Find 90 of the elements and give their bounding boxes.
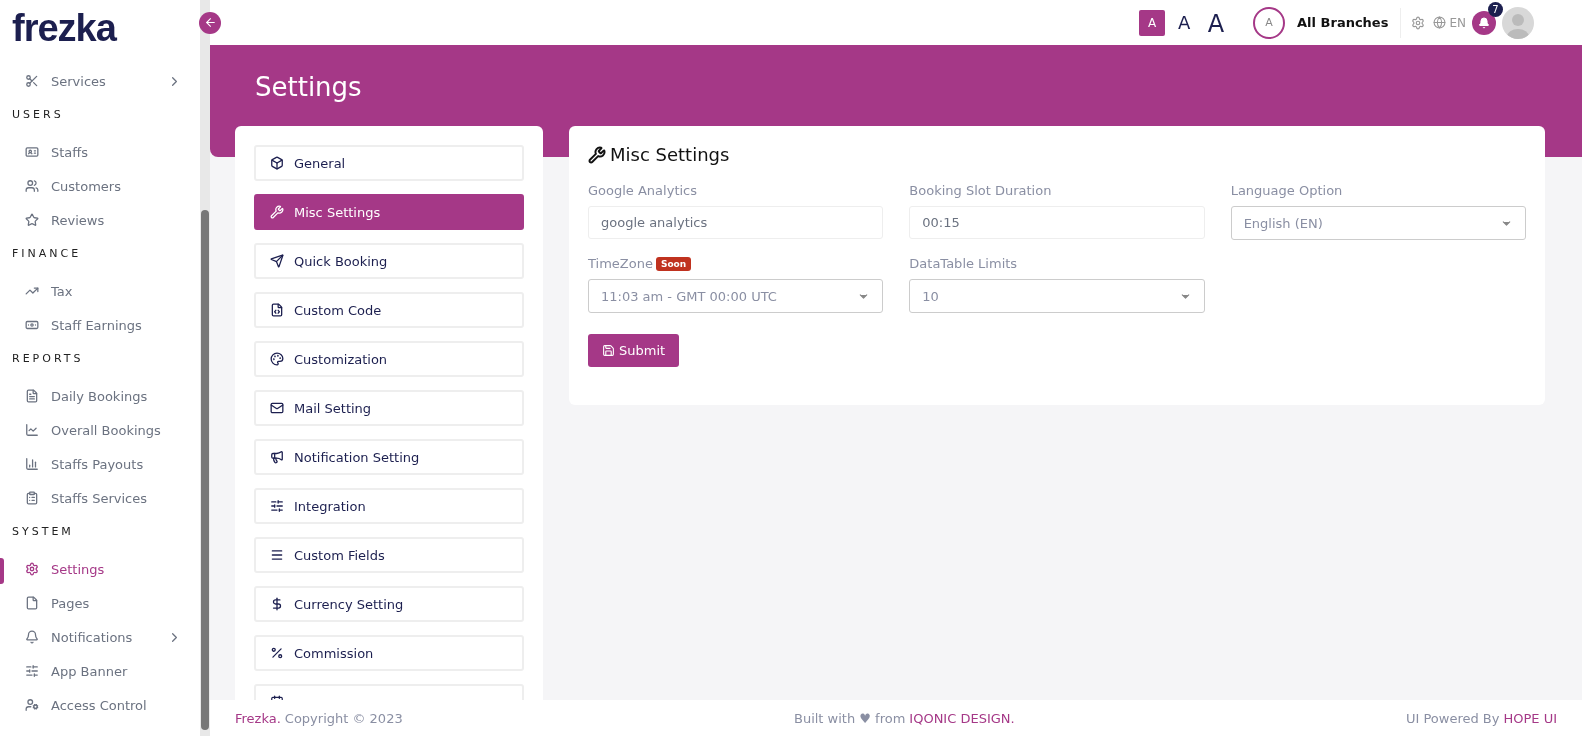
brand-link[interactable]: Frezka. <box>235 710 281 726</box>
sidebar-item[interactable]: Staffs <box>0 135 200 169</box>
select-field[interactable]: 11:03 am - GMT 00:00 UTC <box>588 279 884 313</box>
id-card-icon <box>25 145 39 159</box>
settings-icon <box>1411 15 1426 30</box>
font-size-button[interactable]: A <box>1139 9 1166 36</box>
sidebar-item[interactable]: Access Control <box>0 688 200 722</box>
sidebar-item[interactable]: Overall Bookings <box>0 413 200 447</box>
branch-selector[interactable]: All Branches <box>1297 7 1402 38</box>
sidebar-item[interactable]: Staffs Services <box>0 481 200 515</box>
sidebar-item[interactable]: Daily Bookings <box>0 379 200 413</box>
bell-icon <box>25 630 39 644</box>
settings-menu-item[interactable]: Mail Setting <box>254 390 524 426</box>
soon-badge: Soon <box>655 256 692 271</box>
font-size-button[interactable]: A <box>1171 9 1198 36</box>
sidebar-item[interactable]: Services <box>0 64 200 98</box>
sidebar-item[interactable]: Staff Earnings <box>0 308 200 342</box>
sliders-icon <box>270 499 284 513</box>
built-with-text: Built with ♥ from <box>793 710 906 726</box>
field-label: DataTable Limits <box>909 256 1018 271</box>
banknote-icon <box>25 318 39 332</box>
sidebar-item[interactable]: Reviews <box>0 203 200 237</box>
sidebar-item[interactable]: App Banner <box>0 654 200 688</box>
scrollbar[interactable] <box>200 0 210 736</box>
select-field[interactable]: 10 <box>909 279 1205 313</box>
sidebar-item[interactable]: Pages <box>0 586 200 620</box>
save-icon <box>602 344 615 357</box>
settings-menu-item[interactable]: Misc Settings <box>254 194 524 230</box>
notification-count: 7 <box>1488 1 1503 17</box>
settings-menu-item[interactable]: Notification Setting <box>254 439 524 475</box>
section-heading: USERS <box>11 107 65 123</box>
percent-icon <box>270 646 284 660</box>
user-gear-icon <box>25 698 39 712</box>
settings-menu-item[interactable]: Currency Setting <box>254 586 524 622</box>
wrench-icon <box>270 205 284 219</box>
settings-menu-item[interactable]: Commission <box>254 635 524 671</box>
settings-menu-item[interactable]: General <box>254 145 524 181</box>
field-label: Language Option <box>1230 183 1343 198</box>
line-chart-icon <box>25 423 39 437</box>
section-heading: FINANCE <box>11 246 83 262</box>
page-title: Settings <box>255 72 363 102</box>
globe-icon <box>1433 16 1447 29</box>
sidebar-item[interactable]: Settings <box>0 552 200 586</box>
paper-plane-icon <box>270 254 284 268</box>
section-heading: SYSTEM <box>11 524 75 540</box>
field-label: TimeZone <box>588 256 653 271</box>
code-file-icon <box>270 303 284 317</box>
font-size-button[interactable]: A <box>1203 9 1230 36</box>
settings-menu-item[interactable]: Customization <box>254 341 524 377</box>
field-label: Google Analytics <box>588 183 697 198</box>
star-icon <box>25 213 39 227</box>
sliders-icon <box>25 664 39 678</box>
sidebar-item[interactable]: Tax <box>0 274 200 308</box>
scissors-icon <box>25 74 39 88</box>
sidebar-item[interactable]: Staffs Payouts <box>0 447 200 481</box>
powered-by-text: UI Powered By <box>1405 710 1500 726</box>
select-field[interactable]: English (EN) <box>1230 206 1526 240</box>
envelope-icon <box>270 401 284 415</box>
submit-button[interactable]: Submit <box>588 334 680 367</box>
hope-ui-link[interactable]: HOPE UI <box>1503 710 1557 726</box>
users-icon <box>25 179 39 193</box>
settings-menu-item[interactable]: Custom Code <box>254 292 524 328</box>
input-field[interactable]: 00:15 <box>909 206 1205 239</box>
copyright-text: Copyright © 2023 <box>284 710 403 726</box>
bar-chart-icon <box>25 457 39 471</box>
dollar-icon <box>270 597 284 611</box>
settings-icon <box>25 562 39 576</box>
settings-menu-item[interactable]: Custom Fields <box>254 537 524 573</box>
palette-icon <box>270 352 284 366</box>
megaphone-icon <box>270 450 284 464</box>
file-icon <box>25 596 39 610</box>
settings-menu-item[interactable]: Quick Booking <box>254 243 524 279</box>
menu-icon <box>270 548 284 562</box>
logo[interactable]: frezka <box>0 0 200 56</box>
bell-icon <box>1478 16 1490 29</box>
branch-avatar: A <box>1253 6 1286 39</box>
sidebar-item[interactable]: Customers <box>0 169 200 203</box>
section-heading: REPORTS <box>11 351 85 367</box>
settings-button[interactable] <box>1411 15 1426 30</box>
document-icon <box>25 389 39 403</box>
field-label: Booking Slot Duration <box>909 183 1052 198</box>
clipboard-icon <box>25 491 39 505</box>
card-title: Misc Settings <box>588 144 1526 165</box>
settings-menu-item[interactable]: Integration <box>254 488 524 524</box>
sidebar-item[interactable]: Notifications <box>0 620 200 654</box>
arrow-left-icon <box>203 16 217 29</box>
wrench-icon <box>588 145 606 164</box>
company-link[interactable]: IQONIC DESIGN. <box>909 710 1015 726</box>
input-field[interactable]: google analytics <box>588 206 884 239</box>
cube-icon <box>270 156 284 170</box>
